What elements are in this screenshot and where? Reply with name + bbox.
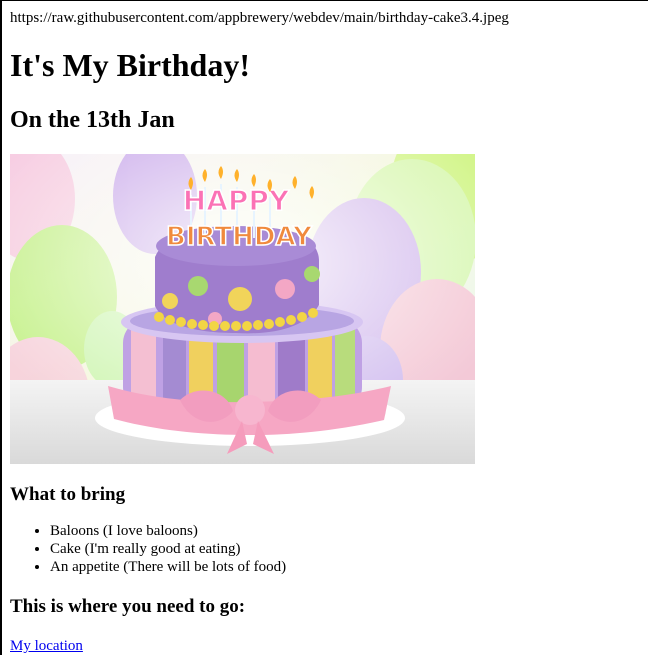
birthday-candle-text: BIRTHDAY xyxy=(166,222,313,252)
list-item-cake: Cake (I'm really good at eating) xyxy=(50,540,286,558)
my-location-link[interactable]: My location xyxy=(10,637,83,655)
happy-candle-text: HAPPY xyxy=(183,184,290,217)
page-title: It's My Birthday! xyxy=(10,47,250,83)
birthday-cake-image: HAPPY BIRTHDAY xyxy=(10,154,475,464)
location-heading: This is where you need to go: xyxy=(10,596,246,617)
items-to-bring-list: Baloons (I love baloons) Cake (I'm reall… xyxy=(10,522,286,576)
image-url-text: https://raw.githubusercontent.com/appbre… xyxy=(10,10,509,26)
birthday-date-heading: On the 13th Jan xyxy=(10,107,175,133)
what-to-bring-heading: What to bring xyxy=(10,484,126,505)
list-item-appetite: An appetite (There will be lots of food) xyxy=(50,558,286,576)
list-item-balloons: Baloons (I love baloons) xyxy=(50,522,286,540)
birthday-cake-illustration: HAPPY BIRTHDAY xyxy=(10,154,475,464)
